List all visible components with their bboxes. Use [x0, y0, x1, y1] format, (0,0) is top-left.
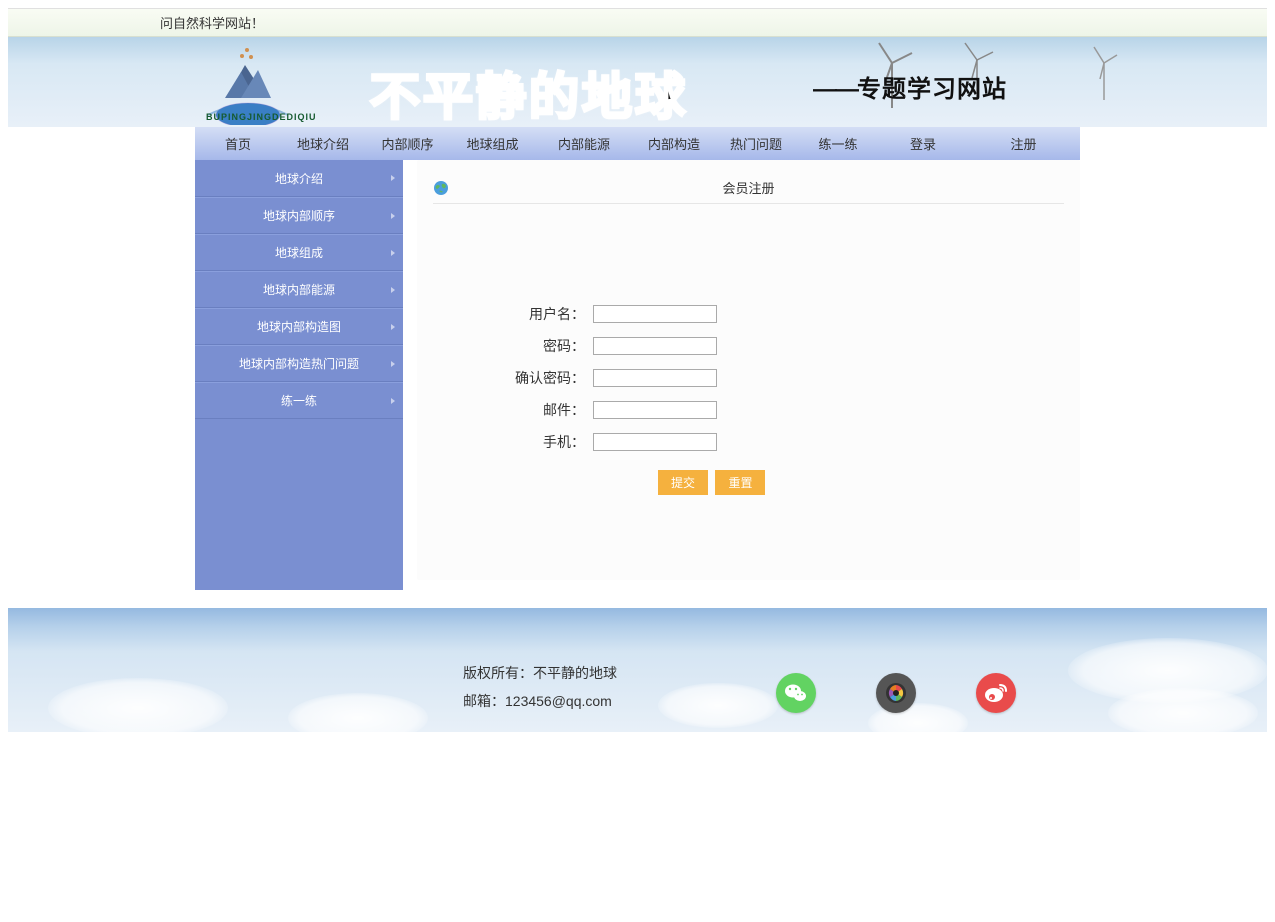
input-用户名[interactable] — [593, 305, 717, 323]
nav-item-6[interactable]: 热门问题 — [715, 127, 797, 160]
main-panel: 会员注册 用户名密码确认密码邮件手机 提交 重置 — [417, 160, 1080, 580]
footer-text: 版权所有：不平静的地球 邮箱：123456@qq.com — [463, 663, 617, 719]
sidebar-item-label: 地球介绍 — [275, 170, 323, 187]
nav-item-9[interactable]: 注册 — [967, 127, 1080, 160]
sidebar-item-label: 地球内部能源 — [263, 281, 335, 298]
sidebar-item-0[interactable]: 地球介绍 — [195, 160, 403, 197]
footer-email: 邮箱：123456@qq.com — [463, 691, 617, 711]
top-notice: 问自然科学网站！ — [8, 8, 1267, 37]
form-buttons: 提交 重置 — [658, 470, 1064, 495]
sidebar-item-1[interactable]: 地球内部顺序 — [195, 197, 403, 234]
input-确认密码[interactable] — [593, 369, 717, 387]
chevron-right-icon — [391, 250, 395, 256]
nav-item-7[interactable]: 练一练 — [797, 127, 879, 160]
banner-title: 不平静的地球 — [370, 57, 688, 127]
footer-copyright: 版权所有：不平静的地球 — [463, 663, 617, 683]
form-row-4: 手机 — [433, 432, 1064, 452]
weibo-icon[interactable] — [976, 673, 1016, 713]
banner: BUPINGJINGDEDIQIU 不平静的地球 ——专题学习网站 — [8, 37, 1267, 127]
form-label: 确认密码 — [433, 368, 593, 388]
banner-subtitle: ——专题学习网站 — [813, 69, 1007, 104]
reset-button[interactable]: 重置 — [715, 470, 765, 495]
form-label: 邮件 — [433, 400, 593, 420]
input-手机[interactable] — [593, 433, 717, 451]
sidebar-item-label: 地球组成 — [275, 244, 323, 261]
form-label: 用户名 — [433, 304, 593, 324]
chevron-right-icon — [391, 324, 395, 330]
sidebar: 地球介绍地球内部顺序地球组成地球内部能源地球内部构造图地球内部构造热门问题练一练 — [195, 160, 403, 590]
form-label: 手机 — [433, 432, 593, 452]
wechat-icon[interactable] — [776, 673, 816, 713]
nav-item-8[interactable]: 登录 — [879, 127, 967, 160]
sidebar-item-2[interactable]: 地球组成 — [195, 234, 403, 271]
input-密码[interactable] — [593, 337, 717, 355]
form-row-1: 密码 — [433, 336, 1064, 356]
chevron-right-icon — [391, 213, 395, 219]
nav-item-0[interactable]: 首页 — [195, 127, 281, 160]
panel-title: 会员注册 — [433, 178, 1064, 197]
camera-icon[interactable] — [876, 673, 916, 713]
footer: 版权所有：不平静的地球 邮箱：123456@qq.com — [8, 608, 1267, 732]
sidebar-item-4[interactable]: 地球内部构造图 — [195, 308, 403, 345]
input-邮件[interactable] — [593, 401, 717, 419]
panel-header: 会员注册 — [433, 178, 1064, 204]
banner-pinyin: BUPINGJINGDEDIQIU — [206, 112, 317, 122]
register-form: 用户名密码确认密码邮件手机 — [433, 304, 1064, 452]
chevron-right-icon — [391, 398, 395, 404]
notice-text: 问自然科学网站！ — [160, 16, 264, 31]
chevron-right-icon — [391, 287, 395, 293]
chevron-right-icon — [391, 175, 395, 181]
nav-item-4[interactable]: 内部能源 — [535, 127, 633, 160]
form-label: 密码 — [433, 336, 593, 356]
nav-item-1[interactable]: 地球介绍 — [281, 127, 365, 160]
sidebar-item-5[interactable]: 地球内部构造热门问题 — [195, 345, 403, 382]
nav-item-2[interactable]: 内部顺序 — [365, 127, 450, 160]
main-nav: 首页地球介绍内部顺序地球组成内部能源内部构造热门问题练一练登录注册 — [195, 127, 1080, 160]
form-row-3: 邮件 — [433, 400, 1064, 420]
nav-item-3[interactable]: 地球组成 — [450, 127, 535, 160]
form-row-0: 用户名 — [433, 304, 1064, 324]
sidebar-item-label: 地球内部构造热门问题 — [239, 355, 359, 372]
form-row-2: 确认密码 — [433, 368, 1064, 388]
sidebar-item-6[interactable]: 练一练 — [195, 382, 403, 419]
chevron-right-icon — [391, 361, 395, 367]
sidebar-item-3[interactable]: 地球内部能源 — [195, 271, 403, 308]
nav-item-5[interactable]: 内部构造 — [633, 127, 715, 160]
sidebar-item-label: 地球内部顺序 — [263, 207, 335, 224]
sidebar-item-label: 地球内部构造图 — [257, 318, 341, 335]
sidebar-item-label: 练一练 — [281, 392, 317, 409]
submit-button[interactable]: 提交 — [658, 470, 708, 495]
